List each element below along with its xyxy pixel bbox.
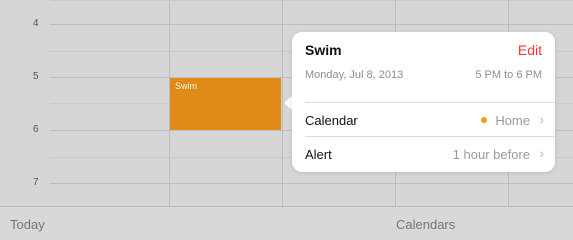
event-time: 5 PM to 6 PM (475, 69, 542, 81)
calendar-row[interactable]: Calendar Home › (292, 103, 555, 137)
edit-button[interactable]: Edit (518, 42, 542, 58)
calendar-name: Home (495, 113, 530, 128)
alert-row-value: 1 hour before (452, 147, 530, 162)
calendars-button[interactable]: Calendars (396, 217, 455, 232)
hour-label: 7 (33, 177, 39, 188)
alert-row[interactable]: Alert 1 hour before › (292, 137, 555, 171)
popover-title: Swim (305, 42, 342, 58)
hour-label: 5 (33, 71, 39, 82)
calendar-color-dot (481, 117, 488, 123)
hour-label: 4 (33, 18, 39, 29)
half-hour-line (50, 0, 573, 1)
event-title: Swim (175, 81, 197, 91)
event-date: Monday, Jul 8, 2013 (305, 69, 404, 81)
chevron-right-icon: › (539, 145, 544, 161)
hour-label: 6 (33, 124, 39, 135)
calendar-row-value: Home (481, 113, 530, 128)
hour-line (50, 24, 573, 25)
calendar-row-label: Calendar (305, 113, 358, 128)
event-swim[interactable]: Swim (170, 78, 281, 130)
chevron-right-icon: › (539, 111, 544, 127)
event-popover: Swim Edit Monday, Jul 8, 2013 5 PM to 6 … (292, 32, 555, 172)
alert-row-label: Alert (305, 147, 332, 162)
today-button[interactable]: Today (10, 217, 45, 232)
bottom-toolbar: Today Calendars (0, 207, 573, 240)
hour-line (50, 183, 573, 184)
